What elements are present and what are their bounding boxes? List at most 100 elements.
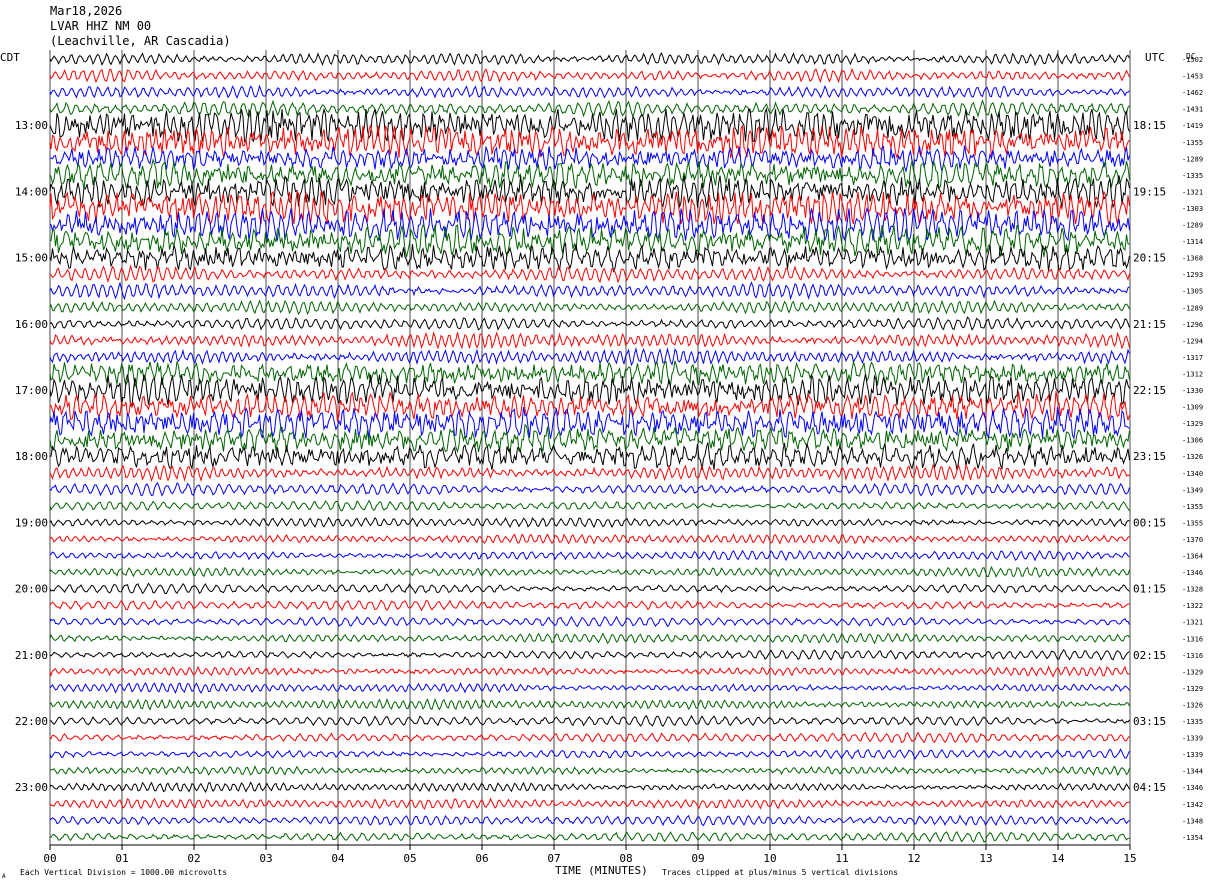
dc-offset-label: -1317 (1182, 354, 1203, 362)
x-tick-label: 01 (115, 852, 128, 865)
dc-offset-label: -1431 (1182, 106, 1203, 114)
seismic-trace (49, 423, 1130, 454)
seismic-trace (49, 665, 1130, 678)
seismic-trace (49, 346, 1130, 367)
x-tick-label: 10 (763, 852, 776, 865)
x-tick-label: 13 (979, 852, 992, 865)
seismic-trace (49, 316, 1130, 331)
seismic-trace (49, 765, 1130, 776)
right-hour-label: 19:15 (1133, 185, 1166, 198)
dc-offset-label: -1368 (1182, 255, 1203, 263)
dc-offset-label: -1294 (1182, 337, 1203, 345)
x-tick-label: 02 (187, 852, 200, 865)
left-hour-label: 14:00 (15, 185, 48, 198)
right-hour-label: 00:15 (1133, 516, 1166, 529)
right-hour-label: 18:15 (1133, 119, 1166, 132)
seismic-trace (49, 406, 1130, 440)
seismic-trace (49, 797, 1130, 810)
x-axis-ticks: 00 01 02 03 04 05 06 07 08 09 10 11 12 13 14 15 (43, 845, 1137, 865)
clip-note: Traces clipped at plus/minus 5 vertical … (662, 868, 898, 877)
dc-offset-label: -1355 (1182, 519, 1203, 527)
left-hour-label: 18:00 (15, 450, 48, 463)
seismic-trace (49, 360, 1130, 388)
dc-offset-label: -1355 (1182, 503, 1203, 511)
dc-offset-label: -1342 (1182, 801, 1203, 809)
left-zone-label: CDT (0, 51, 20, 64)
dc-offset-label: -1329 (1182, 420, 1203, 428)
dc-offset-label: -1309 (1182, 404, 1203, 412)
left-hour-label: 15:00 (15, 252, 48, 265)
dc-offset-label: -1316 (1182, 652, 1203, 660)
dc-offset-label: -1335 (1182, 172, 1203, 180)
dc-offset-label: -1326 (1182, 701, 1203, 709)
dc-offset-label: -1322 (1182, 602, 1203, 610)
dc-offset-label: -1348 (1182, 817, 1203, 825)
x-tick-label: 11 (835, 852, 848, 865)
dc-offset-label: -1321 (1182, 619, 1203, 627)
seismic-trace (49, 681, 1130, 695)
right-hour-label: 22:15 (1133, 384, 1166, 397)
x-tick-label: 15 (1123, 852, 1136, 865)
right-zone-label: UTC (1145, 51, 1165, 64)
x-axis-title: TIME (MINUTES) (555, 864, 648, 877)
seismic-trace (49, 84, 1130, 99)
left-hour-label: 13:00 (15, 119, 48, 132)
dc-offset-label: -1329 (1182, 685, 1203, 693)
seismic-trace (49, 731, 1130, 744)
seismic-trace (49, 648, 1130, 661)
dc-offset-label: -1306 (1182, 437, 1203, 445)
seismic-trace (49, 830, 1130, 843)
seismic-trace (49, 174, 1130, 210)
seismic-trace (49, 281, 1130, 301)
dc-offset-label: -1364 (1182, 553, 1203, 561)
right-hour-label: 21:15 (1133, 318, 1166, 331)
x-tick-label: 05 (403, 852, 416, 865)
seismic-trace (49, 748, 1130, 760)
seismic-trace (49, 463, 1130, 483)
left-hour-label: 17:00 (15, 384, 48, 397)
x-tick-label: 12 (907, 852, 920, 865)
seismic-trace (49, 698, 1130, 711)
right-hour-label: 04:15 (1133, 781, 1166, 794)
x-tick-label: 00 (43, 852, 56, 865)
dc-offset-labels: -1502 -1453 -1462 -1431 -1419 -1355 -1289 -1335… (1182, 56, 1203, 842)
seismic-trace (49, 549, 1130, 562)
dc-offset-label: -1329 (1182, 668, 1203, 676)
left-hour-label: 16:00 (15, 318, 48, 331)
x-tick-label: 06 (475, 852, 488, 865)
seismic-trace (49, 582, 1130, 595)
dc-offset-label: -1312 (1182, 370, 1203, 378)
dc-offset-label: -1339 (1182, 735, 1203, 743)
dc-offset-label: -1453 (1182, 73, 1203, 81)
right-hour-label: 03:15 (1133, 715, 1166, 728)
dc-offset-label: -1502 (1182, 56, 1203, 64)
left-hour-label: 22:00 (15, 715, 48, 728)
seismic-trace (49, 599, 1130, 612)
dc-offset-label: -1349 (1182, 486, 1203, 494)
seismic-trace (49, 714, 1130, 727)
seismic-trace (49, 99, 1130, 119)
seismic-trace (49, 373, 1130, 407)
dc-offset-label: -1289 (1182, 304, 1203, 312)
dc-offset-label: -1328 (1182, 586, 1203, 594)
x-tick-label: 04 (331, 852, 345, 865)
right-hour-label: 20:15 (1133, 252, 1166, 265)
seismic-trace (49, 67, 1130, 84)
dc-offset-label: -1289 (1182, 155, 1203, 163)
dc-offset-label: -1296 (1182, 321, 1203, 329)
corner-mark: A (2, 873, 6, 880)
seismic-trace (49, 331, 1130, 350)
seismic-trace (49, 516, 1130, 529)
left-hour-label: 21:00 (15, 649, 48, 662)
dc-offset-label: -1344 (1182, 768, 1203, 776)
dc-offset-label: -1462 (1182, 89, 1203, 97)
left-hour-label: 19:00 (15, 516, 48, 529)
dc-offset-label: -1314 (1182, 238, 1203, 246)
seismic-trace (49, 481, 1130, 497)
dc-offset-label: -1419 (1182, 122, 1203, 130)
dc-offset-label: -1316 (1182, 635, 1203, 643)
seismic-trace (49, 615, 1130, 628)
seismic-trace (49, 781, 1130, 794)
seismic-trace (50, 442, 1130, 471)
seismic-trace (49, 499, 1130, 512)
